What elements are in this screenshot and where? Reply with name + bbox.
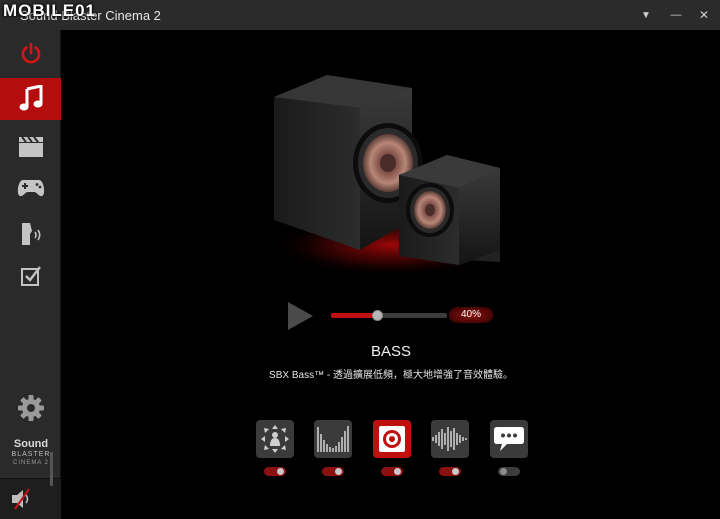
toggle-knob	[335, 468, 342, 475]
minimize-button[interactable]: —	[662, 0, 690, 30]
sidebar-item-voice[interactable]	[0, 213, 61, 255]
sidebar-item-custom[interactable]	[0, 255, 61, 297]
slider-fill	[331, 313, 378, 318]
slider-value-badge: 40%	[449, 307, 493, 323]
brand-line-2: BLASTER	[11, 451, 51, 458]
brand-line-3: CINEMA 2	[12, 460, 49, 466]
waveform-icon	[432, 427, 467, 451]
toggle-dialog-plus[interactable]	[498, 467, 520, 476]
speaker-illustration	[262, 60, 527, 290]
sidebar-item-music[interactable]	[0, 78, 61, 120]
voice-icon	[21, 223, 41, 245]
feature-button-bass[interactable]	[373, 420, 411, 458]
toggle-knob	[277, 468, 284, 475]
volume-button[interactable]	[9, 487, 35, 516]
close-button[interactable]: ✕	[690, 0, 718, 30]
equalizer-bars-icon	[317, 426, 349, 452]
feature-title: BASS	[370, 343, 412, 360]
close-icon: ✕	[698, 8, 710, 22]
settings-button[interactable]	[0, 387, 61, 429]
title-bar: Sound Blaster Cinema 2 MOBILE01 ▼ — ✕	[0, 0, 720, 30]
toggle-smart-volume[interactable]	[439, 467, 461, 476]
feature-button-surround[interactable]	[256, 420, 294, 458]
brand-logo: Sound BLASTER CINEMA 2	[8, 438, 54, 478]
toggle-knob	[500, 468, 507, 475]
toggle-surround[interactable]	[264, 467, 286, 476]
speaker-mute-icon	[12, 488, 30, 510]
sidebar-item-game[interactable]	[0, 167, 61, 209]
play-button[interactable]	[285, 301, 315, 331]
volume-slider-handle[interactable]	[50, 452, 53, 486]
toggle-crystalizer[interactable]	[322, 467, 344, 476]
clapperboard-icon	[18, 136, 43, 157]
feature-button-crystalizer[interactable]	[314, 420, 352, 458]
music-note-icon	[19, 85, 42, 111]
toggle-bass[interactable]	[381, 467, 403, 476]
main-panel: 40% BASS SBX Bass™ - 透過擴展低頻，極大地增強了音效體驗。	[62, 30, 720, 519]
speech-bubble-icon	[494, 427, 524, 451]
watermark-logo: MOBILE01	[3, 1, 97, 20]
toggle-knob	[452, 468, 459, 475]
toggle-knob	[394, 468, 401, 475]
sidebar-item-power[interactable]	[0, 32, 61, 74]
feature-button-smart-volume[interactable]	[431, 420, 469, 458]
sidebar-item-movie[interactable]	[0, 125, 61, 167]
play-icon	[288, 302, 313, 330]
checkbox-icon	[20, 266, 41, 286]
slider-knob[interactable]	[372, 310, 384, 321]
brand-line-1: Sound	[13, 438, 49, 450]
bass-level-slider[interactable]	[331, 310, 447, 321]
gear-icon	[17, 395, 44, 421]
surround-icon	[261, 425, 289, 453]
feature-description: SBX Bass™ - 透過擴展低頻，極大地增強了音效體驗。	[269, 370, 513, 381]
sidebar: Sound BLASTER CINEMA 2	[0, 30, 61, 519]
feature-button-dialog-plus[interactable]	[490, 420, 528, 458]
power-icon	[21, 42, 40, 64]
subwoofer-icon	[379, 426, 405, 452]
dropdown-button[interactable]: ▼	[632, 0, 660, 30]
chevron-down-icon: ▼	[641, 9, 651, 21]
minimize-icon: —	[670, 9, 682, 21]
gamepad-icon	[17, 180, 44, 197]
